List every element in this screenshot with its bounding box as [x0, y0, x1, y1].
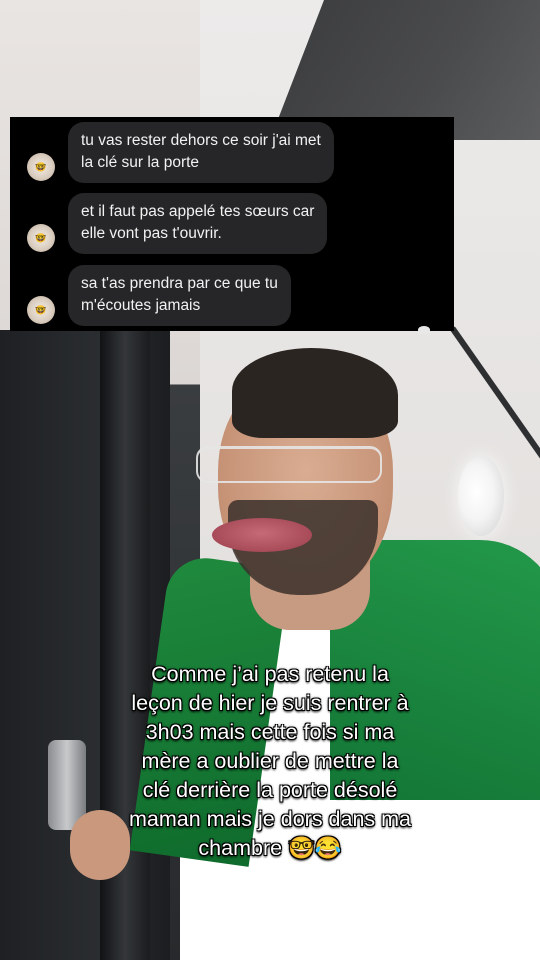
- chat-screenshot: 🤓 tu vas rester dehors ce soir j'ai met …: [10, 117, 454, 331]
- message-bubble-2: et il faut pas appelé tes sœurs car elle…: [68, 193, 328, 254]
- caption-line: mère a oublier de mettre la: [141, 749, 399, 773]
- message-bubble-1: tu vas rester dehors ce soir j'ai met la…: [68, 122, 334, 183]
- video-caption: Comme j’ai pas retenu la leçon de hier j…: [90, 660, 450, 863]
- nerd-face-emoji-avatar-icon: 🤓: [27, 296, 55, 324]
- reaction-dot: [418, 326, 430, 334]
- caption-line: clé derrière la porte désolé: [142, 778, 398, 802]
- nerd-face-emoji-avatar-icon: 🤓: [27, 224, 55, 252]
- message-text-line: et il faut pas appelé tes sœurs car: [81, 203, 315, 220]
- caption-line: 3h03 mais cette fois si ma: [145, 720, 395, 744]
- caption-line: Comme j’ai pas retenu la: [151, 662, 389, 686]
- message-text-line: tu vas rester dehors ce soir j'ai met: [81, 132, 321, 149]
- message-text-line: sa t'as prendra par ce que tu: [81, 275, 278, 292]
- lips-filter: [212, 518, 312, 552]
- message-text-line: la clé sur la porte: [81, 154, 200, 171]
- message-text-line: elle vont pas t'ouvrir.: [81, 225, 222, 242]
- caption-line: maman mais je dors dans ma: [129, 807, 411, 831]
- caption-line: leçon de hier je suis rentrer à: [131, 691, 409, 715]
- message-text-line: m'écoutes jamais: [81, 297, 201, 314]
- message-bubble-3: sa t'as prendra par ce que tu m'écoutes …: [68, 265, 291, 326]
- wall-light: [458, 456, 504, 536]
- nerd-face-emoji-avatar-icon: 🤓: [27, 153, 55, 181]
- glasses: [196, 446, 382, 483]
- hair: [232, 348, 398, 438]
- caption-line: chambre 🤓😂: [198, 836, 342, 860]
